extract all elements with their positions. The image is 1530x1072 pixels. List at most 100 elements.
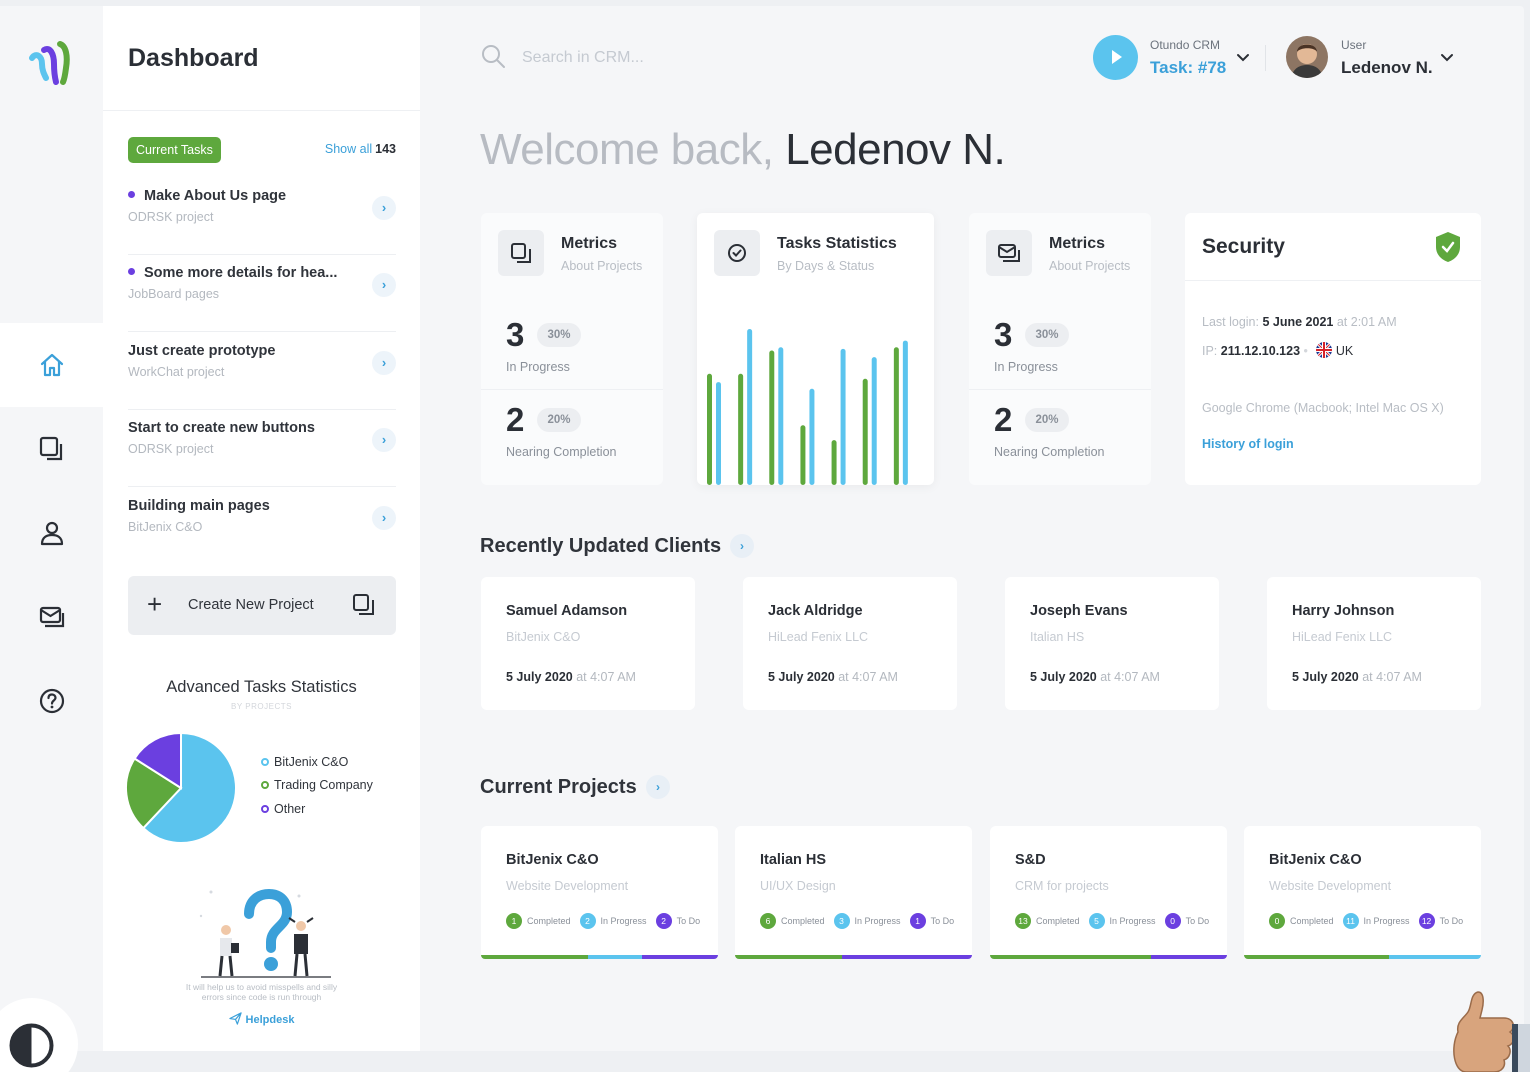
legend-marker bbox=[261, 781, 269, 790]
avatar[interactable] bbox=[1286, 36, 1328, 78]
project-card[interactable]: BitJenix C&O Website Development 0 Comple… bbox=[1244, 826, 1481, 959]
project-type: CRM for projects bbox=[1015, 879, 1109, 893]
task-item[interactable]: Start to create new buttons ODRSK projec… bbox=[128, 410, 396, 487]
plus-icon: + bbox=[147, 589, 163, 619]
client-card[interactable]: Harry Johnson HiLead Fenix LLC 5 July 20… bbox=[1267, 577, 1481, 710]
legend-item: Other bbox=[261, 797, 373, 821]
history-of-login-link[interactable]: History of login bbox=[1202, 437, 1294, 451]
card-title: Tasks Statistics bbox=[777, 235, 897, 252]
nav-projects[interactable] bbox=[0, 407, 103, 491]
mail-icon bbox=[39, 606, 64, 628]
project-progress-bar bbox=[481, 955, 718, 959]
chevron-right-icon[interactable]: › bbox=[730, 534, 754, 558]
client-card[interactable]: Samuel Adamson BitJenix C&O 5 July 2020 … bbox=[481, 577, 695, 710]
priority-dot bbox=[128, 268, 135, 275]
project-card[interactable]: S&D CRM for projects 13 Completed 5 In Pro… bbox=[990, 826, 1227, 959]
nearing-label: Nearing Completion bbox=[994, 445, 1105, 459]
send-icon bbox=[228, 1012, 242, 1025]
helpdesk-label: Helpdesk bbox=[245, 1014, 295, 1026]
client-company: HiLead Fenix LLC bbox=[1292, 630, 1393, 644]
todo-label: To Do bbox=[676, 916, 701, 926]
nav-help[interactable] bbox=[0, 659, 103, 743]
nav-messages[interactable] bbox=[0, 575, 103, 659]
chevron-right-icon[interactable]: › bbox=[372, 428, 396, 452]
user-name[interactable]: Ledenov N. bbox=[1341, 58, 1433, 78]
chevron-right-icon[interactable]: › bbox=[646, 775, 670, 799]
chevron-down-icon[interactable] bbox=[1440, 53, 1454, 63]
create-new-project-button[interactable]: + Create New Project bbox=[128, 576, 396, 635]
client-updated: 5 July 2020 at 4:07 AM bbox=[506, 670, 636, 684]
search-icon[interactable] bbox=[480, 43, 506, 69]
divider bbox=[481, 389, 663, 390]
project-progress-bar bbox=[735, 955, 972, 959]
chevron-right-icon[interactable]: › bbox=[372, 506, 396, 530]
project-card[interactable]: Italian HS UI/UX Design 6 Completed 3 In P… bbox=[735, 826, 972, 959]
shield-check-icon bbox=[1436, 232, 1460, 262]
play-icon[interactable] bbox=[1093, 35, 1138, 80]
updated-date: 5 July 2020 bbox=[506, 670, 573, 684]
in-progress-count: 11 bbox=[1342, 913, 1359, 929]
project-stats: 0 Completed 11 In Progress 12 To Do bbox=[1269, 913, 1472, 929]
bar-series2-4 bbox=[809, 388, 815, 485]
divider bbox=[103, 110, 420, 111]
show-all-label: Show all bbox=[324, 142, 373, 156]
browser-info: Google Chrome (Macbook; Intel Mac OS X) bbox=[1202, 401, 1444, 415]
metric-icon-box bbox=[986, 230, 1032, 276]
project-name: S&D bbox=[1015, 852, 1046, 868]
user-icon bbox=[40, 521, 63, 546]
nav-home[interactable] bbox=[0, 323, 103, 407]
in-progress-count: 5 bbox=[1088, 913, 1105, 929]
task-project: WorkChat project bbox=[128, 365, 225, 379]
card-title: Metrics bbox=[1049, 235, 1106, 252]
current-tasks-badge[interactable]: Current Tasks bbox=[128, 137, 221, 163]
half-moon-theme-icon[interactable] bbox=[7, 1021, 56, 1070]
client-card[interactable]: Jack Aldridge HiLead Fenix LLC 5 July 20… bbox=[743, 577, 957, 710]
project-progress-bar bbox=[990, 955, 1227, 959]
helpdesk-illustration bbox=[199, 888, 331, 978]
helpdesk-description: It will help us to avoid misspells and s… bbox=[103, 982, 420, 1002]
task-title: Just create prototype bbox=[128, 343, 276, 359]
tasks-statistics-card[interactable]: Tasks Statistics By Days & Status bbox=[697, 213, 934, 485]
last-login-row: Last login: 5 June 2021 at 2:01 AM bbox=[1202, 315, 1397, 329]
chevron-right-icon[interactable]: › bbox=[372, 273, 396, 297]
in-progress-count: 2 bbox=[579, 913, 596, 929]
card-subtitle: About Projects bbox=[561, 259, 643, 273]
home-icon bbox=[40, 353, 63, 377]
project-name: BitJenix C&O bbox=[506, 852, 599, 868]
search-input[interactable] bbox=[522, 45, 822, 71]
helpdesk-link[interactable]: Helpdesk bbox=[103, 1012, 420, 1026]
metrics-card[interactable]: Metrics About Projects 3 30% In Progress… bbox=[481, 213, 663, 485]
mail-icon bbox=[998, 244, 1020, 262]
bar-series2-1 bbox=[716, 382, 721, 485]
bar-series1-6 bbox=[862, 378, 868, 485]
show-all-link[interactable]: Show all 143 bbox=[325, 142, 396, 156]
task-count: 143 bbox=[375, 142, 396, 156]
current-task-link[interactable]: Task: #78 bbox=[1150, 58, 1226, 78]
in-progress-value: 3 bbox=[506, 316, 525, 353]
task-item[interactable]: Building main pages BitJenix C&O › bbox=[128, 488, 396, 565]
bar-series2-2 bbox=[747, 328, 753, 485]
project-stats: 13 Completed 5 In Progress 0 To Do bbox=[1015, 913, 1218, 929]
chevron-down-icon[interactable] bbox=[1236, 53, 1250, 63]
task-item[interactable]: Just create prototype WorkChat project › bbox=[128, 333, 396, 410]
chevron-right-icon[interactable]: › bbox=[372, 196, 396, 220]
in-progress-percent: 30% bbox=[1025, 323, 1069, 347]
metrics-card[interactable]: Metrics About Projects 3 30% In Progress… bbox=[969, 213, 1151, 485]
client-card[interactable]: Joseph Evans Italian HS 5 July 2020 at 4… bbox=[1005, 577, 1219, 710]
client-name: Harry Johnson bbox=[1292, 603, 1395, 619]
completed-segment bbox=[990, 955, 1152, 959]
chevron-right-icon[interactable]: › bbox=[372, 351, 396, 375]
uk-flag-icon bbox=[1315, 342, 1332, 358]
nav-users[interactable] bbox=[0, 491, 103, 575]
app-logo-icon[interactable] bbox=[28, 36, 74, 88]
project-card[interactable]: BitJenix C&O Website Development 1 Comple… bbox=[481, 826, 718, 959]
ip-row: IP: 211.12.10.123 • UK bbox=[1202, 342, 1354, 358]
nearing-value: 2 bbox=[506, 401, 525, 438]
metric-icon-box bbox=[714, 230, 760, 276]
task-item[interactable]: Some more details for hea... JobBoard pa… bbox=[128, 255, 396, 332]
task-item[interactable]: Make About Us page ODRSK project › bbox=[128, 178, 396, 255]
updated-time: at 4:07 AM bbox=[1100, 670, 1160, 684]
in-progress-label: In Progress bbox=[994, 360, 1058, 374]
completed-label: Completed bbox=[781, 916, 825, 926]
help-line: errors since code is run through bbox=[201, 992, 322, 1002]
